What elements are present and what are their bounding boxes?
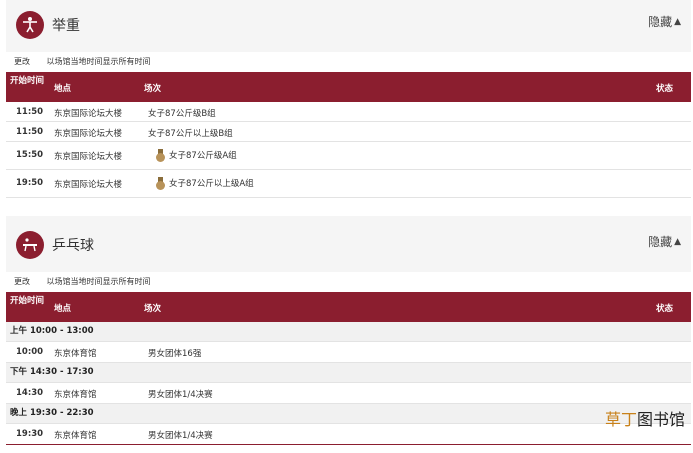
table-header: 开始时间 地点 场次 状态 bbox=[6, 72, 691, 102]
header-venue: 地点 bbox=[54, 304, 72, 314]
timezone-note: 以场馆当地时间显示所有时间 bbox=[46, 277, 151, 286]
row-time: 19:30 bbox=[16, 429, 44, 439]
row-time: 11:50 bbox=[16, 127, 44, 137]
row-event[interactable]: 女子87公斤级B组 bbox=[148, 107, 216, 119]
sport-header: 举重 隐藏 ▲ bbox=[6, 0, 691, 52]
row-event[interactable]: 女子87公斤以上级A组 bbox=[169, 179, 254, 189]
row-venue: 东京国际论坛大楼 bbox=[54, 180, 123, 190]
row-event-cell: 女子87公斤级A组 bbox=[156, 149, 237, 162]
watermark-rest: 图书馆 bbox=[636, 410, 685, 429]
row-venue: 东京体育馆 bbox=[54, 431, 97, 441]
row-venue: 东京国际论坛大楼 bbox=[54, 129, 123, 139]
table-row: 19:50 东京国际论坛大楼 女子87公斤以上级A组 bbox=[6, 170, 691, 198]
watermark-accent: 草丁 bbox=[604, 410, 637, 429]
chevron-up-icon: ▲ bbox=[674, 17, 681, 27]
row-venue: 东京国际论坛大楼 bbox=[54, 109, 123, 119]
table-row: 10:00 东京体育馆 男女团体16强 bbox=[6, 342, 691, 363]
timezone-note: 以场馆当地时间显示所有时间 bbox=[46, 57, 151, 66]
session-group-header: 晚上 19:30 - 22:30 bbox=[6, 404, 691, 424]
row-event[interactable]: 男女团体1/4决赛 bbox=[148, 429, 213, 441]
table-row: 15:50 东京国际论坛大楼 女子87公斤级A组 bbox=[6, 142, 691, 170]
header-time: 开始时间 bbox=[10, 76, 45, 86]
header-event: 场次 bbox=[144, 304, 162, 314]
hide-button[interactable]: 隐藏 ▲ bbox=[648, 233, 681, 250]
hide-label: 隐藏 bbox=[648, 15, 673, 29]
row-time: 10:00 bbox=[16, 347, 44, 357]
bronze-medal-icon bbox=[156, 149, 165, 162]
row-event[interactable]: 女子87公斤以上级B组 bbox=[148, 127, 233, 139]
hide-button[interactable]: 隐藏 ▲ bbox=[648, 13, 681, 30]
change-link[interactable]: 更改 bbox=[14, 277, 30, 286]
table-bottom-border bbox=[6, 444, 691, 445]
row-event-cell: 女子87公斤以上级A组 bbox=[156, 177, 254, 190]
weightlifting-section: 举重 隐藏 ▲ 更改 以场馆当地时间显示所有时间 开始时间 地点 场次 状态 11… bbox=[6, 0, 691, 198]
row-event[interactable]: 男女团体16强 bbox=[148, 347, 201, 359]
timezone-bar: 更改 以场馆当地时间显示所有时间 bbox=[6, 52, 691, 72]
table-tennis-section: 乒乓球 隐藏 ▲ 更改 以场馆当地时间显示所有时间 开始时间 地点 场次 状态 上… bbox=[6, 216, 691, 445]
chevron-up-icon: ▲ bbox=[674, 237, 681, 247]
table-row: 14:30 东京体育馆 男女团体1/4决赛 bbox=[6, 383, 691, 404]
row-event[interactable]: 男女团体1/4决赛 bbox=[148, 388, 213, 400]
table-row: 11:50 东京国际论坛大楼 女子87公斤级B组 bbox=[6, 102, 691, 122]
sport-title: 乒乓球 bbox=[52, 238, 94, 254]
row-time: 14:30 bbox=[16, 388, 44, 398]
session-group-header: 上午 10:00 - 13:00 bbox=[6, 322, 691, 342]
header-time: 开始时间 bbox=[10, 296, 45, 306]
sport-title: 举重 bbox=[52, 18, 80, 34]
watermark: 草丁图书馆 bbox=[605, 406, 685, 430]
row-venue: 东京体育馆 bbox=[54, 349, 97, 359]
hide-label: 隐藏 bbox=[648, 235, 673, 249]
change-link[interactable]: 更改 bbox=[14, 57, 30, 66]
header-venue: 地点 bbox=[54, 84, 72, 94]
table-row: 19:30 东京体育馆 男女团体1/4决赛 bbox=[6, 424, 691, 444]
row-venue: 东京体育馆 bbox=[54, 390, 97, 400]
session-group-header: 下午 14:30 - 17:30 bbox=[6, 363, 691, 383]
header-event: 场次 bbox=[144, 84, 162, 94]
row-time: 19:50 bbox=[16, 178, 44, 188]
header-status: 状态 bbox=[655, 304, 673, 314]
sport-header: 乒乓球 隐藏 ▲ bbox=[6, 216, 691, 272]
row-time: 11:50 bbox=[16, 107, 44, 117]
table-tennis-icon bbox=[16, 231, 44, 259]
row-venue: 东京国际论坛大楼 bbox=[54, 152, 123, 162]
header-status: 状态 bbox=[655, 84, 673, 94]
table-header: 开始时间 地点 场次 状态 bbox=[6, 292, 691, 322]
weightlifting-icon bbox=[16, 11, 44, 39]
table-row: 11:50 东京国际论坛大楼 女子87公斤以上级B组 bbox=[6, 122, 691, 142]
bronze-medal-icon bbox=[156, 177, 165, 190]
row-time: 15:50 bbox=[16, 150, 44, 160]
row-event[interactable]: 女子87公斤级A组 bbox=[169, 151, 237, 161]
timezone-bar: 更改 以场馆当地时间显示所有时间 bbox=[6, 272, 691, 292]
